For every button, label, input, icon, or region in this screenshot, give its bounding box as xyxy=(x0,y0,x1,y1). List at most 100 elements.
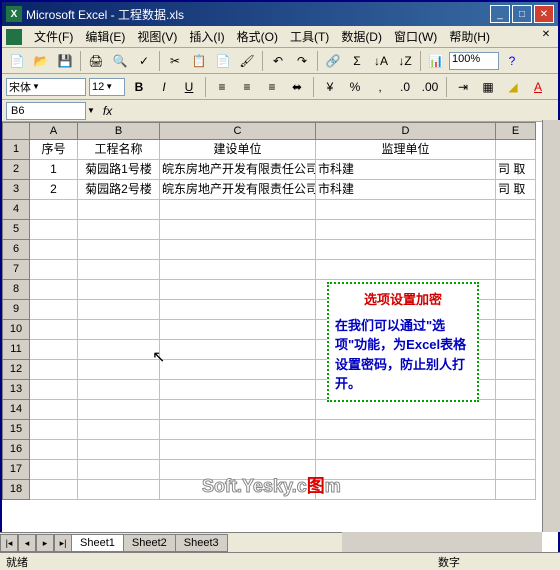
cell[interactable] xyxy=(496,140,536,160)
col-header-E[interactable]: E xyxy=(496,122,536,140)
bold-icon[interactable]: B xyxy=(128,76,150,98)
cell[interactable] xyxy=(78,340,160,360)
cell[interactable] xyxy=(30,340,78,360)
row-header[interactable]: 4 xyxy=(2,200,30,220)
cell[interactable]: 1 xyxy=(30,160,78,180)
row-header[interactable]: 16 xyxy=(2,440,30,460)
cell[interactable] xyxy=(78,320,160,340)
cell[interactable] xyxy=(316,420,496,440)
fill-color-icon[interactable]: ◢ xyxy=(502,76,524,98)
sum-icon[interactable]: Σ xyxy=(346,50,368,72)
sheet-tab-3[interactable]: Sheet3 xyxy=(175,534,228,552)
minimize-button[interactable]: _ xyxy=(490,5,510,23)
sort-asc-icon[interactable]: ↓A xyxy=(370,50,392,72)
cell[interactable] xyxy=(316,240,496,260)
cell[interactable]: 司 取 xyxy=(496,160,536,180)
cell[interactable] xyxy=(78,240,160,260)
underline-icon[interactable]: U xyxy=(178,76,200,98)
borders-icon[interactable]: ▦ xyxy=(477,76,499,98)
cell[interactable] xyxy=(30,440,78,460)
vertical-scrollbar[interactable] xyxy=(542,120,560,532)
help-icon[interactable]: ? xyxy=(501,50,523,72)
close-button[interactable]: ✕ xyxy=(534,5,554,23)
menu-tools[interactable]: 工具(T) xyxy=(284,26,335,47)
cell[interactable] xyxy=(30,200,78,220)
fx-label[interactable]: fx xyxy=(103,104,112,118)
increase-decimal-icon[interactable]: .0 xyxy=(394,76,416,98)
copy-icon[interactable]: 📋 xyxy=(188,50,210,72)
cell[interactable] xyxy=(78,200,160,220)
row-header[interactable]: 1 xyxy=(2,140,30,160)
merge-icon[interactable]: ⬌ xyxy=(286,76,308,98)
chart-icon[interactable]: 📊 xyxy=(425,50,447,72)
spreadsheet-grid[interactable]: A B C D E 1 序号 工程名称 建设单位 监理单位 2 1 菊园路1号楼… xyxy=(2,122,558,500)
cell[interactable] xyxy=(316,440,496,460)
sort-desc-icon[interactable]: ↓Z xyxy=(394,50,416,72)
cell[interactable]: 序号 xyxy=(30,140,78,160)
col-header-A[interactable]: A xyxy=(30,122,78,140)
cell[interactable] xyxy=(30,320,78,340)
cell[interactable] xyxy=(78,220,160,240)
cell[interactable] xyxy=(78,260,160,280)
col-header-B[interactable]: B xyxy=(78,122,160,140)
cell[interactable] xyxy=(160,300,316,320)
row-header[interactable]: 14 xyxy=(2,400,30,420)
zoom-box[interactable]: 100% xyxy=(449,52,499,70)
row-header[interactable]: 18 xyxy=(2,480,30,500)
row-header[interactable]: 10 xyxy=(2,320,30,340)
cell[interactable]: 菊园路2号楼 xyxy=(78,180,160,200)
cell[interactable] xyxy=(496,360,536,380)
decrease-decimal-icon[interactable]: .00 xyxy=(419,76,441,98)
cell[interactable] xyxy=(30,400,78,420)
cell[interactable] xyxy=(160,280,316,300)
menu-insert[interactable]: 插入(I) xyxy=(183,26,230,47)
cell[interactable]: 2 xyxy=(30,180,78,200)
row-header[interactable]: 17 xyxy=(2,460,30,480)
cell[interactable] xyxy=(496,200,536,220)
cell[interactable]: 司 取 xyxy=(496,180,536,200)
indent-icon[interactable]: ⇥ xyxy=(452,76,474,98)
redo-icon[interactable]: ↷ xyxy=(291,50,313,72)
cell[interactable] xyxy=(30,220,78,240)
namebox-dropdown-icon[interactable]: ▼ xyxy=(87,106,95,115)
open-icon[interactable]: 📂 xyxy=(30,50,52,72)
cell[interactable] xyxy=(78,460,160,480)
cell[interactable] xyxy=(30,240,78,260)
cell[interactable] xyxy=(496,420,536,440)
font-selector[interactable]: 宋体▼ xyxy=(6,78,86,96)
align-right-icon[interactable]: ≡ xyxy=(261,76,283,98)
cell[interactable] xyxy=(78,360,160,380)
doc-close-button[interactable]: ✕ xyxy=(538,29,554,45)
cell[interactable] xyxy=(30,420,78,440)
cell[interactable] xyxy=(316,480,496,500)
cell[interactable] xyxy=(30,260,78,280)
sheet-tab-2[interactable]: Sheet2 xyxy=(123,534,176,552)
cell[interactable] xyxy=(160,460,316,480)
cell[interactable] xyxy=(78,380,160,400)
cell[interactable] xyxy=(316,460,496,480)
cell[interactable] xyxy=(316,400,496,420)
cell[interactable]: 监理单位 xyxy=(316,140,496,160)
cell[interactable] xyxy=(30,280,78,300)
row-header[interactable]: 8 xyxy=(2,280,30,300)
tab-nav-first-icon[interactable]: |◂ xyxy=(0,534,18,552)
row-header[interactable]: 15 xyxy=(2,420,30,440)
menu-data[interactable]: 数据(D) xyxy=(335,26,388,47)
cut-icon[interactable]: ✂ xyxy=(164,50,186,72)
percent-icon[interactable]: % xyxy=(344,76,366,98)
cell[interactable] xyxy=(78,280,160,300)
cell[interactable] xyxy=(78,440,160,460)
format-painter-icon[interactable]: 🖌 xyxy=(236,50,258,72)
cell[interactable] xyxy=(496,400,536,420)
align-left-icon[interactable]: ≡ xyxy=(211,76,233,98)
cell[interactable] xyxy=(160,200,316,220)
app-icon[interactable] xyxy=(6,29,22,45)
cell[interactable] xyxy=(160,240,316,260)
preview-icon[interactable]: 🔍 xyxy=(109,50,131,72)
row-header[interactable]: 7 xyxy=(2,260,30,280)
print-icon[interactable]: 🖨 xyxy=(85,50,107,72)
paste-icon[interactable]: 📄 xyxy=(212,50,234,72)
row-header[interactable]: 2 xyxy=(2,160,30,180)
cell[interactable] xyxy=(160,400,316,420)
col-header-C[interactable]: C xyxy=(160,122,316,140)
